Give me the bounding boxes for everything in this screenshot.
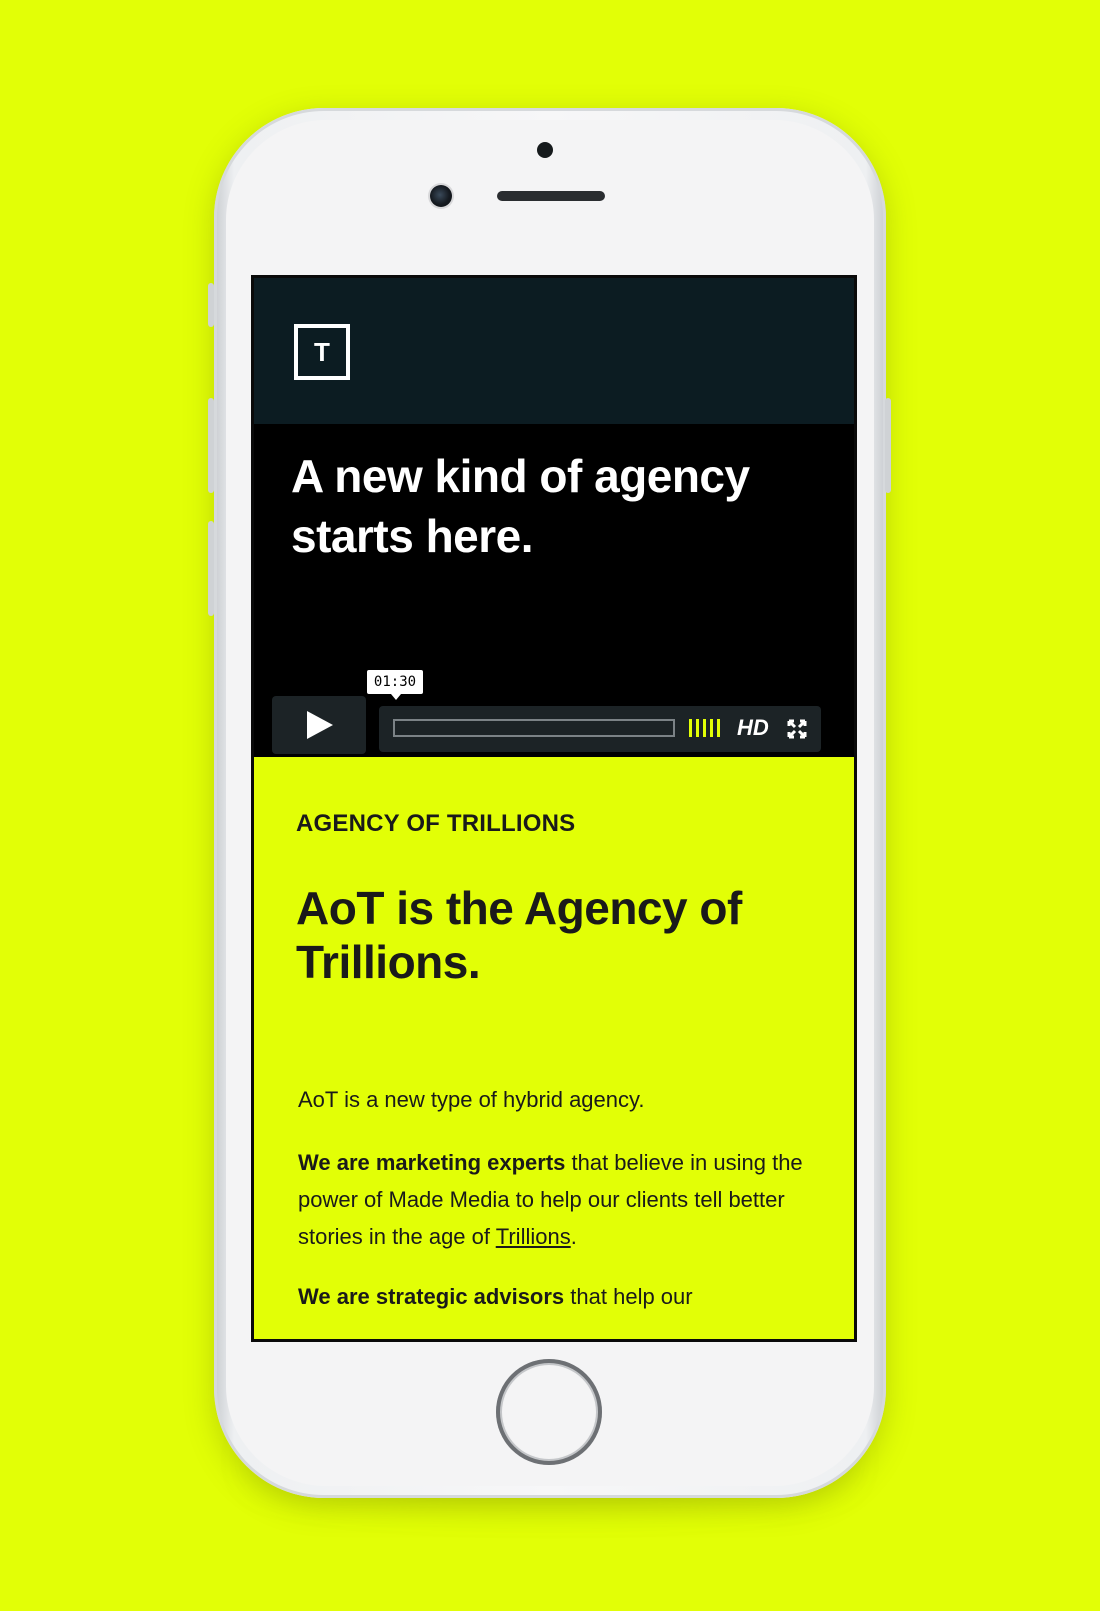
volume-bar xyxy=(703,719,706,737)
volume-bar xyxy=(710,719,713,737)
paragraph-strategic-bold: We are strategic advisors xyxy=(298,1284,565,1309)
video-controls: HD xyxy=(379,706,821,752)
volume-bar xyxy=(689,719,692,737)
paragraph-strategic-text: that help our xyxy=(564,1284,693,1309)
home-button[interactable] xyxy=(496,1359,602,1465)
volume-icon[interactable] xyxy=(689,719,720,737)
video-hero: A new kind of agency starts here. 01:30 … xyxy=(254,424,854,757)
volume-bar xyxy=(696,719,699,737)
paragraph-intro: AoT is a new type of hybrid agency. xyxy=(298,1087,645,1112)
side-button-volume-down xyxy=(208,521,214,616)
trillions-link[interactable]: Trillions xyxy=(496,1224,571,1249)
side-button-mute xyxy=(208,283,214,327)
phone-screen: T A new kind of agency starts here. 01:3… xyxy=(251,275,857,1342)
section-eyebrow: AGENCY OF TRILLIONS xyxy=(296,810,576,837)
time-tooltip: 01:30 xyxy=(367,670,423,700)
paragraph-strategic: We are strategic advisors that help our xyxy=(298,1278,808,1315)
fullscreen-icon[interactable] xyxy=(787,719,807,739)
side-button-power xyxy=(885,398,891,493)
paragraph-marketing: We are marketing experts that believe in… xyxy=(298,1144,808,1255)
site-header: T xyxy=(254,278,854,424)
proximity-sensor xyxy=(537,142,553,158)
volume-bar xyxy=(717,719,720,737)
paragraph-marketing-bold: We are marketing experts xyxy=(298,1150,566,1175)
front-camera xyxy=(430,185,452,207)
section-headline: AoT is the Agency of Trillions. xyxy=(296,882,742,988)
progress-bar[interactable] xyxy=(393,719,675,737)
hd-toggle[interactable]: HD xyxy=(737,715,769,741)
side-button-volume-up xyxy=(208,398,214,493)
earpiece-speaker xyxy=(497,191,605,201)
logo-t[interactable]: T xyxy=(294,324,350,380)
intro-section: AGENCY OF TRILLIONS AoT is the Agency of… xyxy=(254,757,854,1339)
play-icon xyxy=(307,711,333,739)
hero-title: A new kind of agency starts here. xyxy=(291,450,750,562)
play-button[interactable] xyxy=(272,696,366,754)
paragraph-marketing-end: . xyxy=(570,1224,577,1249)
